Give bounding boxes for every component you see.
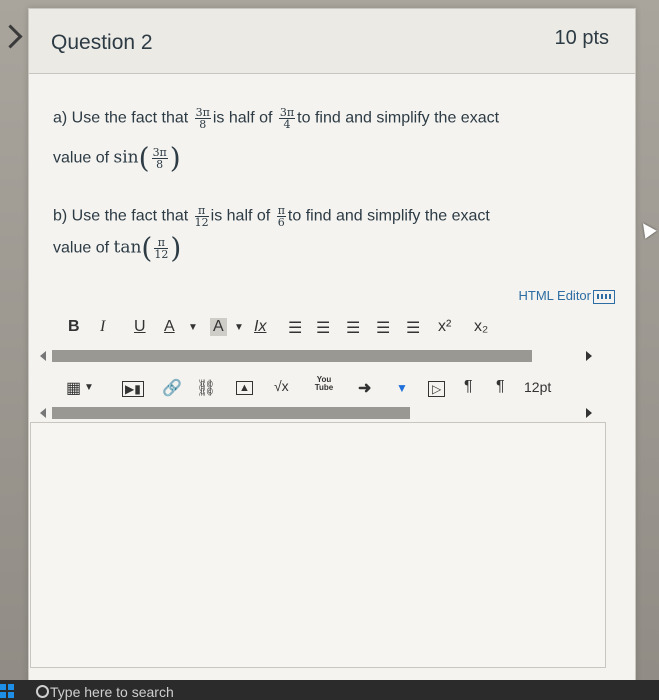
part-b-line-1: b) Use the fact that π 12 is half of π 6 to … [53,205,490,228]
fraction-pi-12: π 12 [194,204,209,229]
equation-button[interactable]: √x [274,378,289,394]
fraction-3pi-8: 3π 8 [194,106,211,131]
scrollbar-thumb[interactable] [52,350,532,362]
rtl-direction-icon[interactable]: ¶ [496,378,505,396]
sin-function: sin [113,147,139,168]
ltr-direction-icon[interactable]: ¶ [464,378,473,396]
scroll-left-icon-2[interactable] [40,408,46,418]
answer-editor-area[interactable] [30,422,606,668]
part-b-text-mid: is half of [210,207,271,225]
scroll-left-icon[interactable] [40,351,46,361]
clear-formatting-button[interactable]: Ix [254,318,266,336]
fraction-pi-12-arg: π 12 [154,236,169,261]
fraction-3pi-4: 3π 4 [278,106,296,131]
align-right-icon[interactable]: ☰ [346,318,360,338]
question-points: 10 pts [554,27,609,49]
media-embed-icon[interactable]: ▶▮ [122,381,144,397]
scroll-right-icon[interactable] [586,351,592,361]
align-center-icon[interactable]: ☰ [316,318,330,338]
part-a-value-of: value of [53,149,110,167]
part-a-line-2: value of sin(3π 8) [53,141,181,175]
windows-start-icon[interactable] [0,684,14,698]
part-a-text-end: to find and simplify the exact [297,109,500,127]
scroll-right-icon-2[interactable] [586,408,592,418]
font-size-select[interactable]: 12pt [524,379,551,395]
part-a-text: a) Use the fact that [53,109,189,127]
editor-toolbar-insert: ▦ ▼ ▶▮ 🔗 ⛓ ▲ √x You Tube ➜ ▼ ▷ ¶ ¶ 12pt [38,374,598,404]
underline-button[interactable]: U [134,318,146,336]
part-b-text: b) Use the fact that [53,207,189,225]
table-icon[interactable]: ▦ [66,378,81,398]
search-icon [36,685,49,698]
taskbar-search-input[interactable]: Type here to search [50,684,174,700]
background-color-button[interactable]: A [210,318,227,336]
align-left-icon[interactable]: ☰ [288,318,302,338]
question-title: Question 2 [51,31,153,54]
fraction-3pi-8-arg: 3π 8 [151,146,168,171]
editor-toolbar-format: B I U A ▼ A ▼ Ix ☰ ☰ ☰ ☰ ☰ x² x₂ [38,314,598,344]
youtube-icon[interactable]: You Tube [314,376,334,392]
tan-function: tan [113,237,142,258]
bold-button[interactable]: B [68,318,80,336]
html-editor-link[interactable]: HTML Editor [519,288,615,304]
italic-button[interactable]: I [100,318,105,336]
question-header: Question 2 10 pts [29,9,635,74]
part-b-text-end: to find and simplify the exact [287,207,490,225]
html-editor-label[interactable]: HTML Editor [519,288,591,303]
unlink-icon[interactable]: ⛓ [196,378,216,398]
part-b-value-of: value of [53,239,110,257]
indent-icon[interactable]: ☰ [406,318,420,338]
link-icon[interactable]: 🔗 [162,378,182,398]
outdent-icon[interactable]: ☰ [376,318,390,338]
part-a-line-1: a) Use the fact that 3π 8 is half of 3π 4 to… [53,107,499,130]
subscript-button[interactable]: x₂ [474,318,488,336]
fraction-pi-6: π6 [276,204,286,229]
font-color-button[interactable]: A [164,318,175,336]
bg-color-dropdown-icon[interactable]: ▼ [234,322,244,333]
scrollbar-thumb-2[interactable] [52,407,410,419]
superscript-button[interactable]: x² [438,318,451,336]
external-tool-icon[interactable]: ➜ [358,378,371,398]
part-b-line-2: value of tan(π 12) [53,231,182,265]
image-icon[interactable]: ▲ [236,381,253,395]
more-tools-dropdown-icon[interactable]: ▼ [396,381,408,395]
font-color-dropdown-icon[interactable]: ▼ [188,322,198,333]
toolbar-scrollbar-1[interactable] [38,347,598,363]
part-a-text-mid: is half of [212,109,273,127]
table-dropdown-icon[interactable]: ▼ [84,382,94,393]
embed-icon[interactable]: ▷ [428,381,446,397]
toolbar-scrollbar-2[interactable] [38,405,598,421]
keyboard-icon[interactable] [593,289,615,304]
